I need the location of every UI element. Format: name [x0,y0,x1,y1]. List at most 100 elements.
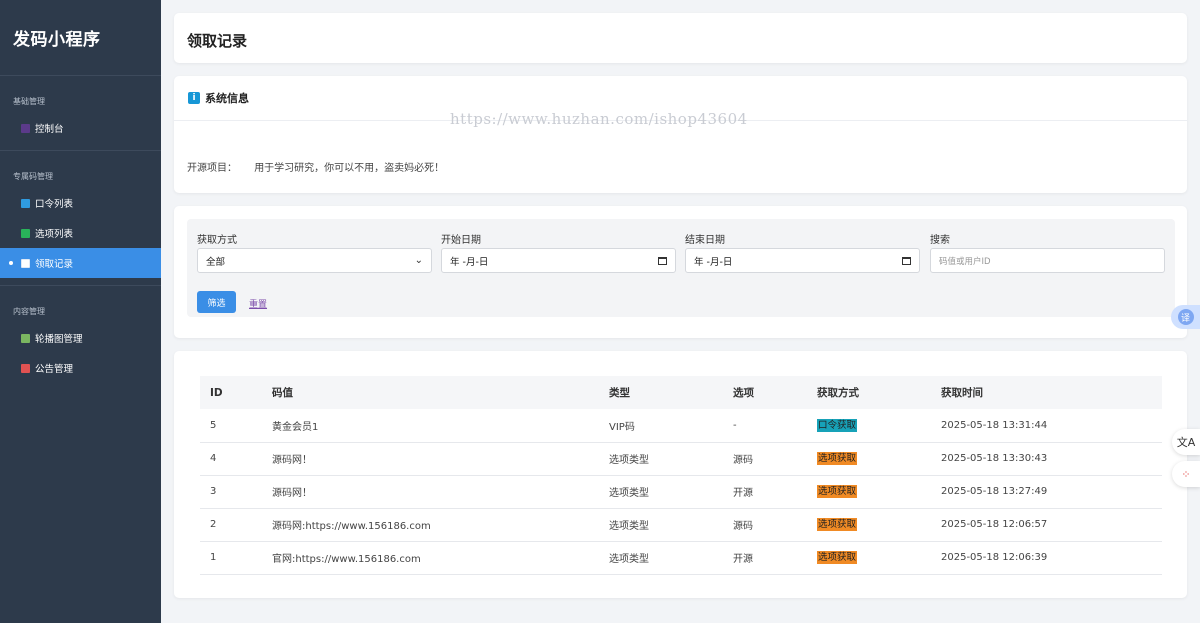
app-title: 发码小程序 [0,0,161,76]
cell-time: 2025-05-18 13:27:49 [941,486,1048,497]
end-date-input[interactable]: 年 -月-日 [685,248,920,273]
table-row: 4 源码网！ 选项类型 源码 选项获取 2025-05-18 13:30:43 [200,442,1162,475]
cell-id: 4 [210,453,217,464]
sidebar-item-label: 选项列表 [35,229,74,240]
header-time: 获取时间 [941,387,983,399]
header-id: ID [210,386,223,399]
sidebar-section-title: 内容管理 [13,307,45,316]
cell-option: 开源 [733,554,753,565]
translate-language-icon: 文A [1176,436,1196,449]
apps-icon: ⁘ [1181,467,1191,481]
sidebar-item-label: 控制台 [35,124,64,135]
cell-method: 选项获取 [807,442,931,475]
method-badge: 选项获取 [817,551,858,564]
end-date-value: 年 -月-日 [694,256,733,268]
reset-link[interactable]: 重置 [249,297,267,310]
cell-type: 选项类型 [609,455,649,466]
start-date-filter: 开始日期 年 -月-日 [441,231,676,273]
megaphone-icon [21,363,30,373]
cell-id: 2 [210,519,217,530]
table-icon [21,258,30,268]
cell-method: 选项获取 [807,475,931,508]
ai-translate-button[interactable]: 文A [1172,429,1200,455]
cell-id: 1 [210,552,217,563]
cell-code: 源码网！ [272,488,312,499]
filter-card: 获取方式 全部 ⌄ 开始日期 年 -月-日 结束日期 年 -月-日 搜索 码值或… [174,206,1187,338]
sidebar-item-label: 领取记录 [35,259,74,270]
cell-option: - [733,419,737,431]
sidebar-item-option-list[interactable]: 选项列表 [0,218,161,248]
header-option: 选项 [733,387,754,399]
method-badge: 选项获取 [817,485,858,498]
cell-time: 2025-05-18 13:31:44 [941,419,1048,431]
filter-button[interactable]: 筛选 [197,291,236,313]
chevron-down-icon: ⌄ [414,255,423,266]
table-row: 1 官网:https://www.156186.com 选项类型 开源 选项获取… [200,541,1162,574]
project-text: 用于学习研究，你可以不用，盗卖妈必死！ [254,163,445,174]
system-info-card: i 系统信息 开源项目： 用于学习研究，你可以不用，盗卖妈必死！ [174,76,1187,193]
image-icon [21,333,30,343]
cell-type: 选项类型 [609,488,649,499]
start-date-value: 年 -月-日 [450,256,489,268]
end-date-filter: 结束日期 年 -月-日 [685,231,920,273]
table-header-row: ID 码值 类型 选项 获取方式 获取时间 [200,376,1162,409]
cell-method: 选项获取 [807,541,931,574]
sidebar-item-dashboard[interactable]: 控制台 [0,113,161,143]
sidebar-item-announcement[interactable]: 公告管理 [0,353,161,383]
cell-type: 选项类型 [609,554,649,565]
end-date-label: 结束日期 [685,235,725,246]
cell-code: 官网:https://www.156186.com [272,554,421,565]
search-label: 搜索 [930,235,950,246]
cell-option: 源码 [733,455,753,466]
records-table: ID 码值 类型 选项 获取方式 获取时间 5 黄金会员1 VIP码 - 口令获… [200,376,1162,575]
method-badge: 选项获取 [817,518,858,531]
page-title: 领取记录 [187,32,248,50]
sidebar: 发码小程序 基础管理 控制台 专属码管理 口令列表 选项列表 领取记录 内容管理… [0,0,161,623]
search-filter: 搜索 码值或用户ID [930,231,1165,273]
method-label: 获取方式 [197,235,237,246]
sidebar-item-carousel[interactable]: 轮播图管理 [0,323,161,353]
header-code: 码值 [272,387,293,399]
cell-time: 2025-05-18 12:06:39 [941,552,1048,563]
calendar-icon[interactable] [658,256,667,265]
search-placeholder: 码值或用户ID [939,256,991,267]
table-row: 3 源码网！ 选项类型 开源 选项获取 2025-05-18 13:27:49 [200,475,1162,508]
translate-float-button[interactable]: 译 [1171,305,1200,329]
cell-code: 源码网:https://www.156186.com [272,521,431,532]
method-badge: 选项获取 [817,452,858,465]
search-input[interactable]: 码值或用户ID [930,248,1165,273]
header-type: 类型 [609,387,630,399]
check-icon [21,228,30,238]
cell-time: 2025-05-18 12:06:57 [941,519,1048,530]
cell-id: 3 [210,486,217,497]
system-info-title: 系统信息 [205,92,249,105]
active-dot-icon [9,261,13,265]
sidebar-item-command-list[interactable]: 口令列表 [0,188,161,218]
records-card: ID 码值 类型 选项 获取方式 获取时间 5 黄金会员1 VIP码 - 口令获… [174,351,1187,598]
cell-method: 口令获取 [807,409,931,442]
start-date-input[interactable]: 年 -月-日 [441,248,676,273]
project-label: 开源项目： [187,163,237,174]
cell-code: 源码网！ [272,455,312,466]
sidebar-item-claim-records[interactable]: 领取记录 [0,248,161,278]
cell-type: VIP码 [609,421,635,433]
sidebar-item-label: 口令列表 [35,199,74,210]
cell-option: 源码 [733,521,753,532]
header-method: 获取方式 [817,387,859,399]
dashboard-icon [21,123,30,133]
sidebar-section-title: 基础管理 [13,97,45,106]
translate-icon: 译 [1177,309,1194,325]
table-row: 5 黄金会员1 VIP码 - 口令获取 2025-05-18 13:31:44 [200,409,1162,442]
sidebar-item-label: 轮播图管理 [35,334,83,345]
cell-type: 选项类型 [609,521,649,532]
info-icon: i [188,92,200,104]
sidebar-item-label: 公告管理 [35,364,74,375]
cell-code: 黄金会员1 [272,421,319,433]
method-badge: 口令获取 [817,418,858,432]
calendar-icon[interactable] [902,256,911,265]
apps-float-button[interactable]: ⁘ [1172,461,1200,487]
method-select[interactable]: 全部 ⌄ [197,248,432,273]
sidebar-section-title: 专属码管理 [13,172,53,181]
cell-time: 2025-05-18 13:30:43 [941,453,1048,464]
grid-icon [21,198,30,208]
